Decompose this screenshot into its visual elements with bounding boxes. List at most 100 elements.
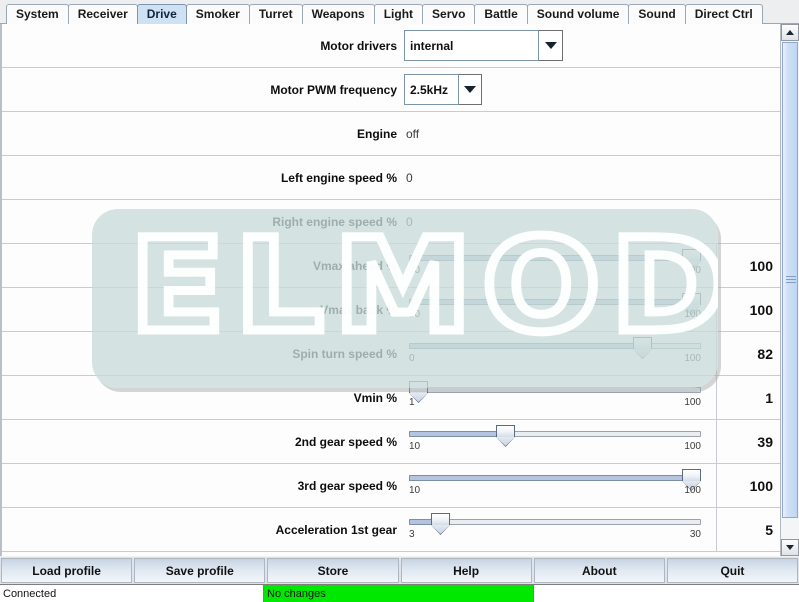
slider[interactable]: 10 100 [409,420,701,464]
vertical-scrollbar[interactable] [780,24,799,556]
slider-track[interactable] [409,519,701,525]
slider-min-label: 20 [409,265,421,276]
tab-sound-volume[interactable]: Sound volume [526,4,630,24]
slider-min-label: 1 [409,397,415,408]
setting-row: Engine off [2,112,780,156]
about-button[interactable]: About [533,558,665,583]
changes-progress-bar: No changes [264,585,534,602]
setting-field: 10 100 100 [404,464,780,508]
scroll-down-button[interactable] [781,539,799,556]
chevron-up-icon [786,30,794,35]
setting-row: Left engine speed % 0 [2,156,780,200]
tab-battle[interactable]: Battle [474,4,528,24]
slider-thumb[interactable] [633,337,652,357]
setting-field: 2.5kHz [404,68,780,112]
scrollbar-thumb[interactable] [782,42,798,518]
load-profile-button[interactable]: Load profile [1,558,133,583]
slider-min-label: 20 [409,309,421,320]
slider-thumb-face [634,349,651,357]
slider-track[interactable] [409,387,701,393]
slider-min-label: 10 [409,441,421,452]
setting-row: Motor PWM frequency 2.5kHz [2,68,780,112]
setting-label: 2nd gear speed % [294,435,397,449]
slider-value: 1 [765,390,773,406]
slider[interactable]: 20 100 [409,288,701,332]
tab-direct-ctrl[interactable]: Direct Ctrl [684,4,763,24]
setting-label: Right engine speed % [272,215,397,229]
setting-label: Engine [356,127,397,141]
setting-row: Vmax ahead % 20 100 100 [2,244,780,288]
combo-dropdown-button[interactable] [459,74,482,105]
setting-field: 20 100 100 [404,288,780,332]
combo-box[interactable]: internal [404,30,563,61]
store-button[interactable]: Store [267,558,399,583]
slider-thumb[interactable] [682,249,701,269]
slider-value: 100 [749,478,773,494]
slider-thumb[interactable] [431,513,450,533]
slider-thumb-face [497,437,514,445]
setting-label: Left engine speed % [280,171,397,185]
tab-smoker[interactable]: Smoker [185,4,250,24]
combo-value[interactable]: internal [404,30,539,61]
setting-field: 0 [404,200,780,244]
readonly-value: 0 [406,215,413,229]
settings-content-area: Motor drivers internal Motor PWM frequency… [0,24,799,556]
combo-dropdown-button[interactable] [539,30,563,61]
tab-weapons[interactable]: Weapons [301,4,375,24]
setting-field: 10 100 39 [404,420,780,464]
slider-thumb-face [432,525,449,533]
setting-row: 2nd gear speed % 10 100 39 [2,420,780,464]
tab-turret[interactable]: Turret [248,4,303,24]
slider-value: 82 [757,346,773,362]
slider[interactable]: 1 100 [409,376,701,420]
save-profile-button[interactable]: Save profile [134,558,266,583]
slider-value: 39 [757,434,773,450]
setting-row: 3rd gear speed % 10 100 100 [2,464,780,508]
help-button[interactable]: Help [400,558,532,583]
setting-field: 3 30 5 [404,508,780,552]
slider-max-label: 100 [684,441,701,452]
setting-label: Motor drivers [320,39,397,53]
slider-thumb[interactable] [496,425,515,445]
slider-max-label: 100 [684,265,701,276]
chevron-down-icon [786,545,794,550]
setting-row: Motor drivers internal [2,24,780,68]
slider-fill [409,299,692,305]
slider[interactable]: 10 100 [409,464,701,508]
slider[interactable]: 20 100 [409,244,701,288]
scroll-up-button[interactable] [781,24,799,41]
tab-system[interactable]: System [6,4,69,24]
setting-label: Vmax back % [320,303,397,317]
slider-thumb[interactable] [682,293,701,313]
slider-max-label: 100 [684,397,701,408]
scrollbar-grip-icon [786,276,796,284]
readonly-value: 0 [406,171,413,185]
setting-label: Spin turn speed % [292,347,397,361]
slider[interactable]: 0 100 [409,332,701,376]
readonly-value: off [406,127,420,141]
slider[interactable]: 3 30 [409,508,701,552]
combo-box[interactable]: 2.5kHz [404,74,482,105]
setting-label: Vmax ahead % [312,259,397,273]
tab-receiver[interactable]: Receiver [67,4,138,24]
tab-drive[interactable]: Drive [136,4,187,24]
setting-field: internal [404,24,780,68]
slider-min-label: 10 [409,485,421,496]
quit-button[interactable]: Quit [666,558,799,583]
tab-sound[interactable]: Sound [628,4,686,24]
tab-light[interactable]: Light [373,4,424,24]
setting-label: Acceleration 1st gear [275,523,397,537]
combo-value[interactable]: 2.5kHz [404,74,459,105]
slider-value: 100 [749,258,773,274]
setting-label: 3rd gear speed % [297,479,397,493]
bottom-button-bar: Load profile Save profile Store Help About Qu… [0,557,799,584]
setting-label: Motor PWM frequency [270,83,397,97]
tab-servo[interactable]: Servo [422,4,476,24]
slider-thumb[interactable] [409,381,428,401]
setting-field: 0 [404,156,780,200]
tab-bar: System Receiver Drive Smoker Turret Weapons Li… [0,0,799,24]
slider-thumb[interactable] [682,469,701,489]
connection-status: Connected [0,585,264,602]
setting-row: Vmin % 1 100 1 [2,376,780,420]
setting-row: Spin turn speed % 0 100 82 [2,332,780,376]
